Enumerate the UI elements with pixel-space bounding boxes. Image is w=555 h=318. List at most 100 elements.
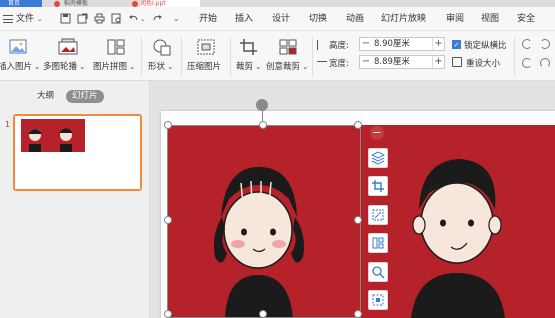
reset-size-button[interactable]: 重设大小 (466, 57, 500, 69)
shape-button[interactable]: 形状 ⌄ (148, 60, 173, 72)
save-icon[interactable] (60, 13, 71, 24)
tab-security-label: 安全 (517, 14, 536, 24)
slide-thumbnail[interactable] (13, 114, 142, 191)
close-icon[interactable]: − (370, 126, 384, 140)
picture-collage-label: 图片拼图 (93, 62, 128, 72)
tab-design-label: 设计 (272, 14, 291, 24)
crop-square-icon[interactable] (368, 205, 388, 225)
tab-insert[interactable]: 插入 (235, 7, 253, 31)
undo-icon[interactable] (128, 13, 139, 24)
tab-document-label: 润色Ⅰ.ppt (140, 0, 166, 7)
tab-docer[interactable]: 稻壳模板 (64, 0, 120, 7)
resize-handle-top-left[interactable] (164, 121, 172, 129)
menu-file[interactable]: 文件 ⌄ (3, 7, 43, 31)
resize-handle-top-right[interactable] (354, 121, 362, 129)
tab-animation[interactable]: 动画 (346, 7, 364, 31)
split-icon[interactable] (368, 233, 388, 253)
rotate-right-icon[interactable] (540, 39, 550, 49)
tab-outline[interactable]: 大纲 (31, 90, 60, 103)
print-preview-icon[interactable] (111, 13, 122, 24)
chevron-down-icon: ⌄ (300, 63, 309, 71)
crop-icon[interactable] (239, 38, 259, 56)
undo-dropdown-icon[interactable]: ⌄ (140, 15, 146, 26)
resize-handle-right[interactable] (354, 216, 362, 224)
crop-label: 裁剪 (236, 62, 254, 72)
reset-size-icon (452, 57, 462, 67)
tab-slideshow-label: 幻灯片放映 (381, 14, 427, 24)
title-bar: 首页 稻壳模板 润色Ⅰ.ppt (0, 0, 555, 7)
height-label: 高度: (329, 41, 349, 51)
chevron-down-icon: ⌄ (127, 63, 136, 71)
menu-file-label: 文件 (16, 14, 35, 24)
tab-security[interactable]: 安全 (517, 7, 535, 31)
tab-slideshow[interactable]: 幻灯片放映 (381, 7, 426, 31)
rotate-left-icon[interactable] (522, 39, 532, 49)
rotate-handle-icon[interactable] (256, 99, 268, 111)
compress-picture-button[interactable]: 压缩图片 (187, 60, 221, 72)
slide-pane: 大纲 幻灯片 1 (0, 81, 150, 318)
shape-label: 形状 (148, 62, 166, 72)
compress-picture-icon[interactable] (196, 38, 216, 56)
creative-crop-button[interactable]: 创意裁剪 ⌄ (266, 60, 308, 72)
tab-insert-label: 插入 (235, 14, 254, 24)
zoom-icon[interactable] (368, 262, 388, 282)
ribbon-divider (312, 37, 313, 77)
height-decrement-button[interactable]: − (360, 38, 372, 50)
width-increment-button[interactable]: + (432, 56, 444, 68)
chevron-down-icon: ⌄ (253, 63, 262, 71)
save-as-icon[interactable] (77, 13, 88, 24)
resize-handle-bottom-left[interactable] (164, 310, 172, 318)
height-field[interactable]: − 8.90厘米 + (359, 37, 445, 51)
resize-handle-top[interactable] (259, 121, 267, 129)
flip-horizontal-icon[interactable] (540, 58, 550, 68)
resize-handle-bottom[interactable] (259, 310, 267, 318)
tab-docer-label: 稻壳模板 (64, 0, 89, 7)
width-field[interactable]: − 8.89厘米 + (359, 55, 445, 69)
tab-slides[interactable]: 幻灯片 (66, 90, 104, 103)
selection-icon[interactable] (368, 290, 388, 310)
tab-document[interactable]: 润色Ⅰ.ppt (140, 0, 200, 7)
picture-collage-icon[interactable] (106, 38, 126, 56)
width-icon (317, 61, 327, 69)
resize-handle-bottom-right[interactable] (354, 310, 362, 318)
slide-thumbnail-image (15, 116, 140, 189)
insert-picture-label: 插入图片 (0, 62, 33, 72)
redo-icon[interactable] (152, 13, 163, 24)
tab-home-label: 首页 (8, 0, 21, 7)
tab-start[interactable]: 开始 (199, 7, 217, 31)
shape-icon[interactable] (152, 38, 172, 56)
multi-outline-label: 多图轮播 (43, 62, 78, 72)
menu-bar: 文件 ⌄ ⌄ ⌄ 开始 插入 设计 切换 动画 幻灯片放映 审阅 视图 安全 (0, 7, 555, 31)
ribbon-divider (514, 37, 515, 77)
height-increment-button[interactable]: + (432, 38, 444, 50)
ribbon-divider (181, 37, 182, 77)
tab-design[interactable]: 设计 (272, 7, 290, 31)
resize-handle-left[interactable] (164, 216, 172, 224)
multi-outline-icon[interactable] (58, 38, 78, 56)
chevron-down-icon: ⌄ (165, 63, 174, 71)
height-value[interactable]: 8.90厘米 (374, 38, 410, 50)
tab-home[interactable]: 首页 (0, 0, 42, 7)
crop-tool-icon[interactable] (368, 176, 388, 196)
layers-icon[interactable] (368, 148, 388, 168)
tab-review[interactable]: 审阅 (446, 7, 464, 31)
boy-illustration (411, 159, 505, 318)
width-value[interactable]: 8.89厘米 (374, 56, 410, 68)
tab-transition[interactable]: 切换 (309, 7, 327, 31)
width-decrement-button[interactable]: − (360, 56, 372, 68)
creative-crop-icon[interactable] (278, 38, 298, 56)
tab-start-label: 开始 (199, 14, 218, 24)
print-icon[interactable] (94, 13, 105, 24)
crop-button[interactable]: 裁剪 ⌄ (236, 60, 261, 72)
flip-vertical-icon[interactable] (522, 58, 532, 68)
picture-collage-button[interactable]: 图片拼图 ⌄ (93, 60, 135, 72)
insert-picture-button[interactable]: 插入图片 ⌄ (0, 60, 40, 72)
lock-ratio-checkbox[interactable]: ✓ (452, 40, 461, 49)
slide-canvas[interactable] (161, 111, 555, 318)
insert-picture-icon[interactable] (8, 38, 28, 56)
tab-view-label: 视图 (481, 14, 500, 24)
tab-view[interactable]: 视图 (481, 7, 499, 31)
selection-frame (167, 125, 361, 318)
more-icon[interactable]: ⌄ (173, 14, 184, 25)
multi-outline-button[interactable]: 多图轮播 ⌄ (43, 60, 85, 72)
